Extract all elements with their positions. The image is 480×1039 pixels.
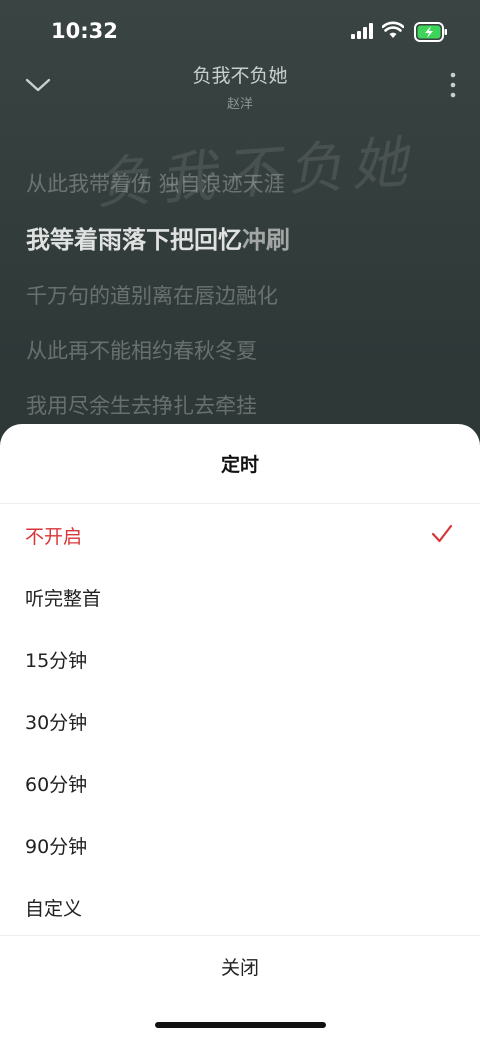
close-button[interactable]: 关闭 (0, 935, 480, 997)
option-label: 15分钟 (25, 649, 88, 672)
current-lyric-sung: 我等着雨落下把回忆 (26, 226, 242, 254)
home-indicator[interactable] (155, 1022, 326, 1028)
option-label: 不开启 (25, 525, 83, 548)
lyric-line[interactable]: 从此再不能相约春秋冬夏 (26, 335, 257, 365)
timer-option-full-song[interactable]: 听完整首 (0, 566, 480, 628)
more-options-icon[interactable] (444, 70, 462, 100)
current-lyric-line[interactable]: 我等着雨落下把回忆冲刷 (26, 220, 290, 255)
timer-option-90min[interactable]: 90分钟 (0, 814, 480, 876)
checkmark-icon (431, 524, 453, 543)
option-label: 30分钟 (25, 711, 88, 734)
timer-option-60min[interactable]: 60分钟 (0, 752, 480, 814)
song-title: 负我不负她 (192, 65, 288, 87)
status-time: 10:32 (51, 19, 118, 43)
timer-option-custom[interactable]: 自定义 (0, 876, 480, 938)
status-icons (351, 21, 451, 43)
status-bar: 10:32 (0, 0, 480, 60)
option-label: 60分钟 (25, 773, 88, 796)
wifi-icon (382, 21, 404, 38)
timer-option-15min[interactable]: 15分钟 (0, 628, 480, 690)
option-label: 90分钟 (25, 835, 88, 858)
option-label: 听完整首 (25, 587, 102, 610)
lyric-line[interactable]: 千万句的道别离在唇边融化 (26, 280, 278, 310)
current-lyric-unsung: 冲刷 (242, 226, 290, 254)
lyric-line[interactable]: 我用尽余生去挣扎去牵挂 (26, 390, 257, 420)
lyric-line[interactable]: 从此我带着伤 独自浪迹天涯 (26, 168, 285, 198)
sheet-title: 定时 (220, 454, 259, 476)
timer-option-30min[interactable]: 30分钟 (0, 690, 480, 752)
sheet-header: 定时 (0, 424, 480, 504)
timer-bottom-sheet: 定时 不开启 听完整首 15分钟 30分钟 60分钟 90分钟 自定义 关闭 (0, 424, 480, 1039)
timer-option-off[interactable]: 不开启 (0, 504, 480, 566)
battery-charging-icon (414, 22, 447, 42)
song-artist[interactable]: 赵洋 (0, 93, 480, 112)
option-label: 自定义 (25, 897, 83, 920)
signal-icon (351, 23, 373, 39)
